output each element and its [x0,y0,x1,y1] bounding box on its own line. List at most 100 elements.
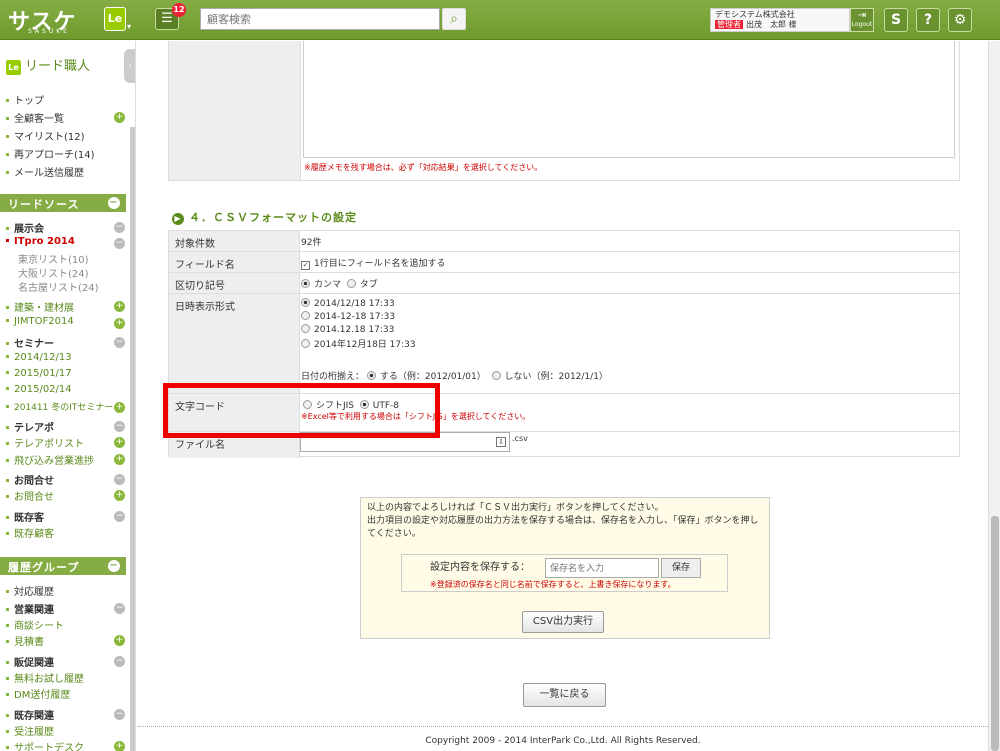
row-count: 対象件数 92件 [169,231,959,252]
sidebar-item-mitsumori[interactable]: 見積書 [6,633,44,648]
group-teleapo[interactable]: テレアポ [6,419,54,434]
sidebar-item-mail-history[interactable]: メール送信履歴 [6,164,84,179]
sidebar-item-shodan[interactable]: 商談シート [6,617,64,632]
add-icon[interactable]: + [114,490,125,501]
sidebar-item-seminar-3[interactable]: 2015/02/14 [6,384,72,395]
help-icon[interactable]: ? [916,8,940,32]
sidebar-item-seminar-2[interactable]: 2015/01/17 [6,368,72,379]
collapse-icon[interactable]: − [114,656,125,667]
date-option-2[interactable]: 2014-12-18 17:33 [301,311,395,322]
sidebar-title[interactable]: Le リード職人 [6,55,90,75]
logout-icon: ⇥ [857,10,867,21]
group-existing-rel[interactable]: 既存関連 [6,707,54,722]
sidebar-subitem-tokyo[interactable]: 東京リスト(10) [18,251,89,266]
save-name-input[interactable] [545,558,659,578]
group-exhibition[interactable]: 展示会 [6,220,44,235]
history-group-header-label: 履歴グループ [8,561,80,574]
sidebar-collapse-toggle[interactable]: ‹ [124,49,135,83]
collapse-icon[interactable]: − [108,560,120,572]
group-seminar[interactable]: セミナー [6,335,54,350]
radio-tab[interactable] [346,279,356,288]
footer-divider [138,726,988,727]
sidebar-item-teleapo-list[interactable]: テレアポリスト [6,435,84,450]
add-icon[interactable]: + [114,635,125,646]
sidebar-item-mylist[interactable]: マイリスト(12) [6,128,85,143]
sasuke-s-icon[interactable]: S [884,8,908,32]
checkbox-checked[interactable]: ✓ [301,261,310,270]
collapse-icon[interactable]: − [114,337,125,348]
sidebar-item-juchu[interactable]: 受注履歴 [6,723,54,738]
scrollbar-thumb[interactable] [991,516,999,751]
sidebar-item-free-trial[interactable]: 無料お試し履歴 [6,670,84,685]
history-group-header[interactable]: 履歴グループ − [0,557,126,575]
search-icon[interactable]: ⌕ [442,8,466,30]
sidebar-item-inquiry[interactable]: お問合せ [6,488,54,503]
collapse-icon[interactable]: − [114,222,125,233]
pad-label: 日付の桁揃え： [301,372,365,382]
radio-pad-no[interactable] [491,371,501,380]
add-icon[interactable]: + [114,454,125,465]
collapse-icon[interactable]: − [114,238,125,249]
add-icon[interactable]: + [114,318,125,329]
radio-date-2[interactable] [301,311,310,320]
radio-date-1[interactable] [301,298,310,307]
pad-no-label: しない（例：2012/1/1） [504,372,608,382]
radio-date-4[interactable] [301,339,310,348]
app-switch-button[interactable]: Le [104,7,126,31]
sidebar-item-taiou[interactable]: 対応履歴 [6,583,54,598]
radio-comma[interactable] [301,279,310,288]
collapse-icon[interactable]: − [114,603,125,614]
sidebar-item-tobikomi[interactable]: 飛び込み営業進捗 [6,452,94,467]
sidebar-item-seminar-1[interactable]: 2014/12/13 [6,352,72,363]
group-sales[interactable]: 営業関連 [6,601,54,616]
collapse-icon[interactable]: − [114,709,125,720]
caret-down-icon[interactable]: ▾ [127,22,131,31]
user-info[interactable]: デモシステム株式会社 管理者 出茂 太郎 様 [710,8,850,32]
sidebar-item-top[interactable]: トップ [6,92,44,107]
lead-source-header[interactable]: リードソース − [0,194,126,212]
radio-pad-yes[interactable] [366,371,376,380]
date-option-4[interactable]: 2014年12月18日 17:33 [301,337,416,350]
collapse-icon[interactable]: − [114,474,125,485]
group-existing[interactable]: 既存客 [6,509,44,524]
add-icon[interactable]: + [114,402,125,413]
sidebar-item-jimtof[interactable]: JIMTOF2014 [6,316,74,327]
sidebar-item-all-customers[interactable]: 全顧客一覧 [6,110,64,125]
collapse-icon[interactable]: − [108,197,120,209]
sidebar-item-kenchiku[interactable]: 建築・建材展 [6,299,74,314]
sidebar-subitem-osaka[interactable]: 大阪リスト(24) [18,265,89,280]
collapse-icon[interactable]: − [114,421,125,432]
radio-date-3[interactable] [301,324,310,333]
sidebar-item-reapproach[interactable]: 再アプローチ(14) [6,146,95,161]
save-button[interactable]: 保存 [661,558,701,578]
sidebar-item-itpro[interactable]: ITpro 2014 [6,236,75,247]
date-option-1[interactable]: 2014/12/18 17:33 [301,298,395,309]
add-icon[interactable]: + [114,741,125,751]
collapse-icon[interactable]: − [114,511,125,522]
save-note: ※登録済の保存名と同じ名前で保存すると、上書き保存になります。 [430,580,676,589]
page-scrollbar[interactable] [988,41,1000,751]
logout-button[interactable]: ⇥ Logout [850,8,874,32]
sidebar-item-existing[interactable]: 既存顧客 [6,525,54,540]
add-icon[interactable]: + [114,112,125,123]
back-to-list-button[interactable]: 一覧に戻る [523,683,606,707]
sidebar-item-seminar-4[interactable]: 201411 冬のITセミナー [6,400,113,413]
customer-search-input[interactable] [200,8,440,30]
date-option-3[interactable]: 2014.12.18 17:33 [301,324,394,335]
csv-export-button[interactable]: CSV出力実行 [522,611,604,633]
sidebar-item-dm[interactable]: DM送付履歴 [6,686,70,701]
add-icon[interactable]: + [114,437,125,448]
add-icon[interactable]: + [114,301,125,312]
group-inquiry[interactable]: お問合せ [6,472,54,487]
sidebar-subitem-nagoya[interactable]: 名古屋リスト(24) [18,279,99,294]
group-promo[interactable]: 販促関連 [6,654,54,669]
sasuke-logo[interactable]: サスケ SASUKE [8,4,77,36]
settings-gear-icon[interactable]: ⚙ [948,8,972,32]
field-option[interactable]: ✓ 1行目にフィールド名を追加する [301,252,446,270]
memo-textarea[interactable] [303,41,955,158]
role-badge: 管理者 [715,20,743,29]
memo-label-cell [169,41,301,180]
sidebar-item-support[interactable]: サポートデスク [6,739,84,751]
input-helper-icon[interactable]: ⇩ [496,437,506,447]
sidebar-scrollbar[interactable] [130,127,135,751]
